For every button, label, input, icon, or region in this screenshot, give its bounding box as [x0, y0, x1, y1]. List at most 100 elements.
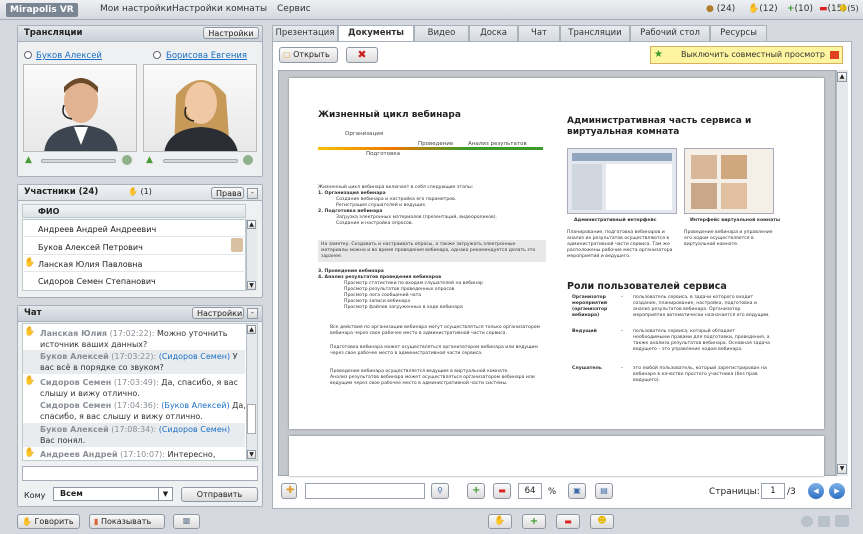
speak-button[interactable]: ✋ Говорить [17, 514, 80, 529]
speaker-icon[interactable] [818, 516, 830, 527]
role3-dash: – [621, 366, 624, 371]
lifecycle-line [318, 147, 543, 150]
open-button[interactable]: ▢ Открыть [279, 47, 338, 63]
slide-bullet2: Подготовка вебинара может осуществляться… [330, 345, 538, 356]
stop-icon [830, 51, 839, 59]
list-item[interactable]: Андреев Андрей Андреевич [38, 225, 156, 234]
minus-button[interactable]: ▬ [556, 514, 580, 529]
chat-message: Андреев Андрей (17:10:07): Интересно, [40, 450, 216, 459]
move-icon[interactable]: ✚ [281, 483, 297, 499]
scroll-up-icon[interactable]: ▲ [837, 72, 847, 82]
folder-icon: ▢ [283, 50, 291, 59]
camera-icon: ▮ [94, 517, 99, 526]
prev-page-icon[interactable]: ◀ [808, 483, 824, 499]
chat-message-input[interactable] [22, 466, 258, 481]
zoom-input[interactable]: 64 [518, 483, 542, 499]
list-item[interactable]: Буков Алексей Петрович [38, 243, 143, 252]
menu-service[interactable]: Сервис [277, 4, 311, 14]
status-smile: ☻(5) [839, 4, 859, 13]
menu-room-settings[interactable]: Настройки комнаты [172, 4, 267, 14]
tab-resources[interactable]: Ресурсы [710, 25, 767, 41]
scroll-up-icon[interactable]: ▲ [247, 325, 256, 334]
app-logo: Mirapolis VR [6, 3, 78, 17]
speaker2-link[interactable]: Борисова Евгения [166, 51, 247, 61]
list-item[interactable]: Сидоров Семен Степанович [38, 277, 156, 286]
tab-broadcasts[interactable]: Трансляции [560, 25, 630, 41]
lifecycle-diagram: Организация Подготовка Проведение Анализ… [318, 128, 543, 168]
speaker-volume-icon[interactable]: ▲ [25, 156, 35, 165]
mock-sidebar [572, 164, 602, 210]
speaker-volume-icon[interactable]: ▲ [146, 156, 156, 165]
room-screenshot [684, 148, 774, 214]
participants-column-header[interactable]: ФИО [22, 204, 246, 218]
microphone-icon[interactable] [801, 516, 813, 527]
slide-item4e: Просмотр файлов загруженных в ходе вебин… [344, 305, 463, 310]
volume-slider[interactable] [41, 159, 116, 163]
mic-icon[interactable] [122, 155, 132, 165]
plus-button[interactable]: + [522, 514, 546, 529]
menu-my-settings[interactable]: Мои настройки [100, 4, 172, 14]
page-input[interactable]: 1 [761, 483, 785, 499]
chat-settings-button[interactable]: Настройки [192, 307, 244, 319]
raise-hand-button[interactable]: ✋ [488, 514, 512, 529]
radio-icon[interactable] [153, 51, 161, 59]
scroll-down-icon[interactable]: ▼ [247, 450, 256, 459]
tab-board[interactable]: Доска [469, 25, 518, 41]
screen-share-button[interactable]: ▩ [173, 514, 200, 529]
tab-video[interactable]: Видео [414, 25, 469, 41]
volume-slider[interactable] [163, 159, 238, 163]
smile-button[interactable]: ☻ [590, 514, 614, 529]
recipient-select[interactable]: Всем [53, 487, 173, 501]
radio-icon[interactable] [24, 51, 32, 59]
rights-button[interactable]: Права [211, 187, 244, 199]
video-frame [44, 78, 118, 151]
chat-scrollbar[interactable] [246, 324, 257, 460]
mock-video1 [691, 155, 717, 179]
hand-icon: ✋ [24, 376, 36, 386]
tab-presentation[interactable]: Презентация [272, 25, 338, 41]
user-icon: ● [706, 4, 714, 14]
tab-chat[interactable]: Чат [518, 25, 560, 41]
zoom-out-icon[interactable]: ▬ [493, 483, 511, 499]
chat-message: Буков Алексей (17:03:22): (Сидоров Семен… [40, 352, 238, 372]
camera-icon[interactable] [835, 515, 849, 527]
minimize-icon[interactable]: - [247, 188, 258, 199]
pin-icon: ★ [654, 49, 663, 60]
viewer-scrollbar[interactable] [836, 70, 848, 476]
chat-message: Буков Алексей (17:08:34): (Сидоров Семен… [40, 425, 231, 445]
chevron-down-icon[interactable]: ▼ [158, 488, 172, 500]
plus-icon: + [787, 4, 795, 14]
role3-desc: это любой пользователь, который зарегист… [633, 366, 767, 383]
status-users: ● (24) [706, 4, 736, 14]
mic-icon[interactable] [243, 155, 253, 165]
fit-page-icon[interactable]: ▣ [568, 483, 586, 499]
desc-admin: Планирование, подготовка вебинаров и ана… [567, 230, 673, 259]
stage-analysis: Анализ результатов [468, 141, 527, 147]
participants-hands: ✋ (1) [128, 187, 152, 196]
status-hands: ✋(12) [748, 4, 778, 14]
show-button[interactable]: ▮ Показывать [89, 514, 165, 529]
fit-width-icon[interactable]: ▤ [595, 483, 613, 499]
send-button[interactable]: Отправить [181, 487, 258, 502]
tab-documents[interactable]: Документы [338, 25, 414, 42]
scroll-down-icon[interactable]: ▼ [837, 464, 847, 474]
zoom-in-icon[interactable]: + [467, 483, 485, 499]
broadcast-settings-button[interactable]: Настройки [203, 27, 259, 39]
speaker1-link[interactable]: Буков Алексей [36, 51, 102, 61]
shared-view-toggle[interactable]: Выключить совместный просмотр [650, 46, 843, 64]
hand-icon: ✋ [24, 327, 36, 337]
scroll-thumb[interactable] [247, 404, 256, 434]
close-icon[interactable]: ✖ [346, 47, 378, 63]
list-item[interactable]: Ланская Юлия Павловна [38, 260, 142, 269]
search-icon[interactable]: ⚲ [431, 483, 449, 499]
tab-desktop[interactable]: Рабочий стол [630, 25, 710, 41]
scroll-down-icon[interactable]: ▼ [247, 281, 256, 290]
presenter-icon [231, 238, 243, 252]
search-input[interactable] [305, 483, 425, 499]
row-divider [22, 236, 246, 237]
scroll-up-icon[interactable]: ▲ [247, 220, 256, 229]
minimize-icon[interactable]: - [247, 308, 258, 319]
role2-name: Ведущий [572, 329, 597, 334]
next-page-icon[interactable]: ▶ [829, 483, 845, 499]
hand-icon: ✋ [24, 448, 36, 458]
